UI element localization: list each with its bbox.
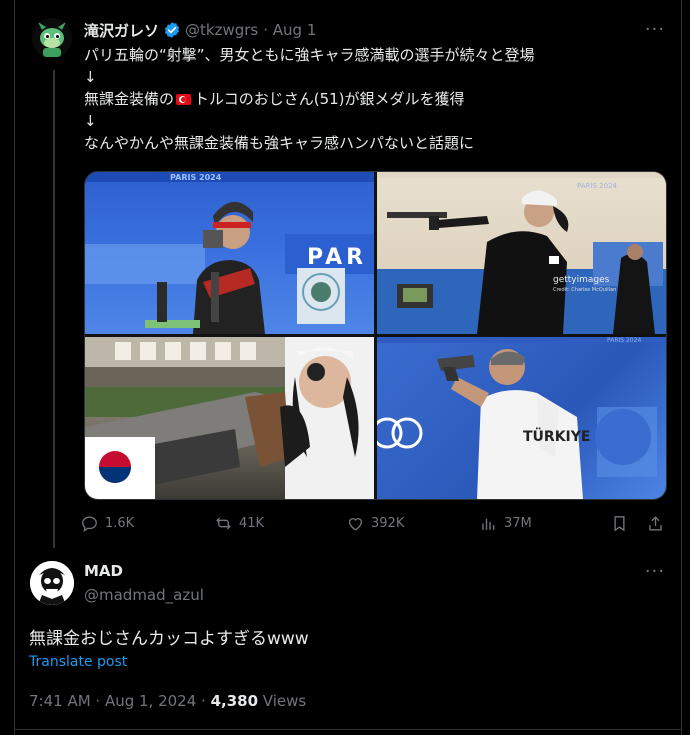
skull-avatar-icon [30, 561, 74, 605]
thread-line [53, 70, 55, 548]
tweet-header: 滝沢ガレソ @tkzwgrs · Aug 1 [84, 19, 316, 41]
post-meta: 7:41 AM · Aug 1, 2024 · 4,380 Views [29, 692, 306, 710]
photo-turkish-shooter[interactable]: PARIS 2024 TÜRKIYE [377, 337, 666, 499]
repost-button[interactable]: 41K [214, 510, 264, 536]
left-border [14, 0, 15, 735]
reply-icon [82, 515, 97, 532]
photo-female-shooter-cap[interactable]: PARIS 2024 gettyimages Credit: Charles M… [377, 172, 666, 334]
like-button[interactable]: 392K [346, 510, 404, 536]
bookmark-button[interactable] [610, 510, 635, 536]
tweet-text: パリ五輪の“射撃”、男女ともに強キャラ感満載の選手が続々と登場 ↓ 無課金装備の… [84, 44, 535, 154]
paris-banner: PARIS 2024 [170, 173, 222, 182]
tweet-actions: 1.6K 41K 392K 37M [80, 510, 670, 536]
views-count: 37M [504, 515, 532, 531]
media-grid: PARIS 2024 PAR PARIS 2024 gettyimages Cr… [84, 171, 667, 500]
photo-credit: Credit: Charles McQuillan [553, 287, 616, 293]
tweet-line: ↓ [84, 68, 97, 86]
share-icon [649, 515, 662, 531]
paris-banner: PARIS 2024 [607, 337, 641, 344]
more-options-icon[interactable]: ··· [644, 563, 666, 583]
post-timestamp[interactable]: 7:41 AM · Aug 1, 2024 · [29, 692, 211, 710]
bookmark-icon [614, 515, 625, 532]
like-count: 392K [371, 515, 405, 531]
turkey-flag-icon [176, 94, 192, 105]
repost-icon [216, 516, 231, 530]
photo-male-shooter[interactable]: PARIS 2024 PAR [85, 172, 374, 334]
translate-post-link[interactable]: Translate post [29, 654, 127, 670]
reply-count: 1.6K [105, 515, 135, 531]
heart-icon [348, 517, 363, 531]
tweet-date[interactable]: · Aug 1 [263, 21, 316, 39]
display-name[interactable]: MAD [84, 562, 123, 580]
repost-count: 41K [239, 515, 265, 531]
paris-banner: PARIS 2024 [577, 182, 618, 190]
tweet-line: ↓ [84, 112, 97, 130]
views-label: Views [258, 692, 307, 710]
display-name[interactable]: 滝沢ガレソ [84, 20, 159, 41]
more-options-icon[interactable]: ··· [644, 21, 666, 41]
views-button[interactable]: 37M [479, 510, 532, 536]
avatar[interactable] [30, 561, 74, 605]
divider [15, 729, 681, 730]
verified-badge-icon [164, 22, 180, 38]
avatar[interactable] [32, 18, 72, 58]
jersey-text: TÜRKIYE [523, 427, 590, 445]
tweet-line: 無課金装備の トルコのおじさん(51)が銀メダルを獲得 [84, 88, 535, 110]
right-border [681, 0, 682, 735]
photo-female-shooter-closeup[interactable] [85, 337, 374, 499]
dragon-avatar-icon [32, 18, 72, 58]
views-chart-icon [482, 518, 495, 530]
post-text: 無課金おじさんカッコよすぎるwww [29, 629, 309, 649]
handle[interactable]: @madmad_azul [84, 586, 204, 604]
handle[interactable]: @tkzwgrs [185, 21, 258, 39]
reply-button[interactable]: 1.6K [80, 510, 134, 536]
tweet-line-part: 無課金装備の [84, 90, 175, 108]
getty-watermark: gettyimages [553, 275, 610, 285]
paris-sign-text: PAR [307, 245, 367, 270]
share-button[interactable] [646, 510, 671, 536]
tweet-line: なんやかんや無課金装備も強キャラ感ハンパないと話題に [84, 134, 475, 152]
views-number: 4,380 [210, 692, 259, 710]
tweet-line: パリ五輪の“射撃”、男女ともに強キャラ感満載の選手が続々と登場 [84, 46, 535, 64]
tweet-line-part: トルコのおじさん(51)が銀メダルを獲得 [194, 90, 465, 108]
